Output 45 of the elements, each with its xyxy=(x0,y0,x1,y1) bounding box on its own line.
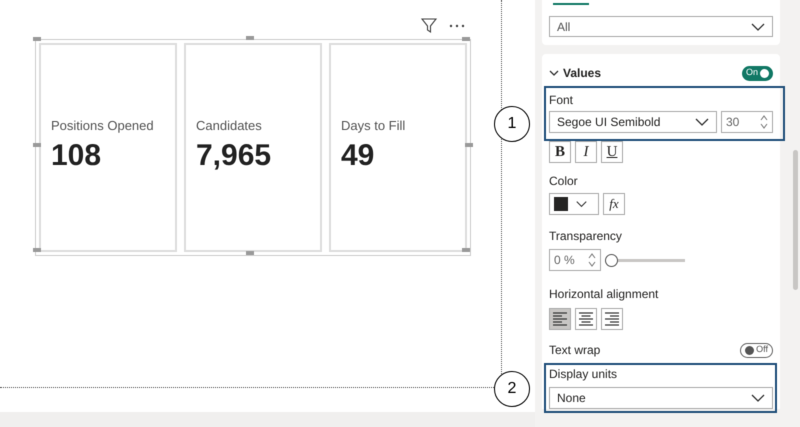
slider-track[interactable] xyxy=(605,254,685,266)
filter-icon[interactable] xyxy=(421,18,437,34)
align-center-icon xyxy=(578,311,594,327)
alignment-button[interactable] xyxy=(575,308,597,330)
card-value: 108 xyxy=(51,141,102,172)
field-label: Horizontal alignment xyxy=(549,286,660,303)
field-label: Display units xyxy=(549,366,618,383)
field-label: Font xyxy=(549,92,574,109)
field-label: Transparency xyxy=(549,228,623,245)
slider-thumb[interactable] xyxy=(605,254,618,266)
fx-button[interactable]: fx xyxy=(603,193,625,215)
align-left-icon xyxy=(552,311,568,327)
text-style-button[interactable]: I xyxy=(575,141,597,163)
card-value: 49 xyxy=(341,141,376,172)
transparency-field[interactable]: 0 % xyxy=(549,249,601,271)
alignment-button[interactable] xyxy=(549,308,571,330)
card-value: 7,965 xyxy=(196,141,272,172)
callout-number: 2 xyxy=(494,371,530,407)
toggle-switch[interactable]: Off xyxy=(740,342,773,358)
card-label: Positions Opened xyxy=(51,116,155,135)
card-label: Candidates xyxy=(196,116,263,135)
dropdown[interactable]: All xyxy=(549,16,773,37)
toggle-switch[interactable]: On xyxy=(742,66,773,80)
callout-number: 1 xyxy=(494,106,530,142)
alignment-button[interactable] xyxy=(601,308,623,330)
align-right-icon xyxy=(604,311,620,327)
spinner-arrows-icon[interactable] xyxy=(760,114,768,130)
section-header[interactable]: Values xyxy=(549,64,602,82)
chevron-down-icon xyxy=(576,200,587,208)
text-style-button[interactable]: U xyxy=(601,141,623,163)
chevron-down-icon xyxy=(695,118,709,126)
chevron-down-icon xyxy=(751,22,765,30)
card-label: Days to Fill xyxy=(341,116,406,135)
chevron-down-icon xyxy=(549,68,559,78)
spinner-arrows-icon[interactable] xyxy=(588,252,596,268)
chevron-down-icon xyxy=(751,394,765,402)
font-dropdown[interactable]: Segoe UI Semibold xyxy=(549,111,717,133)
field-label: Color xyxy=(549,173,579,190)
more-options-icon[interactable] xyxy=(449,24,465,28)
color-swatch xyxy=(554,197,568,211)
color-picker[interactable] xyxy=(549,193,599,215)
font-size-field[interactable]: 30 xyxy=(721,111,773,133)
text-style-button[interactable]: B xyxy=(549,141,571,163)
field-label: Text wrap xyxy=(549,342,600,359)
display-units-dropdown[interactable]: None xyxy=(549,387,773,409)
